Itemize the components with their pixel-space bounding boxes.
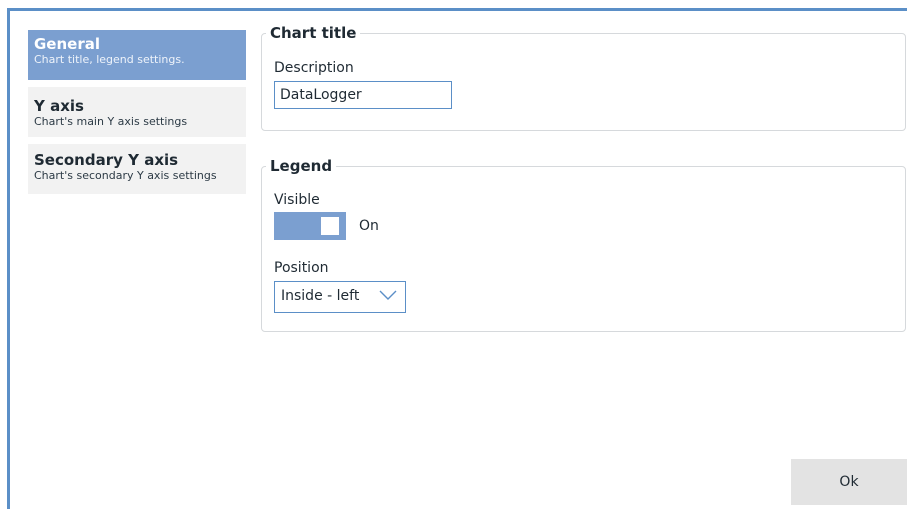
sidebar-item-y-axis[interactable]: Y axis Chart's main Y axis settings xyxy=(28,87,246,137)
sidebar-item-secondary-y-axis[interactable]: Secondary Y axis Chart's secondary Y axi… xyxy=(28,144,246,194)
position-select[interactable]: Inside - left xyxy=(274,281,406,313)
sidebar-item-subtitle: Chart title, legend settings. xyxy=(34,53,185,66)
toggle-knob xyxy=(321,217,339,235)
visible-toggle[interactable] xyxy=(274,212,346,240)
window-left-border xyxy=(7,8,10,509)
visible-state-text: On xyxy=(359,218,379,234)
sidebar-item-title: General xyxy=(34,35,100,53)
ok-button[interactable]: Ok xyxy=(791,459,907,505)
position-label: Position xyxy=(274,260,329,276)
chevron-down-icon xyxy=(379,290,397,300)
sidebar-item-subtitle: Chart's secondary Y axis settings xyxy=(34,169,217,182)
description-label: Description xyxy=(274,60,354,76)
description-input[interactable] xyxy=(274,81,452,109)
window-top-border xyxy=(7,8,907,11)
sidebar-item-subtitle: Chart's main Y axis settings xyxy=(34,115,188,128)
legend-group-heading: Legend xyxy=(270,157,333,175)
position-select-value: Inside - left xyxy=(281,288,360,304)
sidebar-item-title: Y axis xyxy=(34,97,84,115)
sidebar-item-general[interactable]: General Chart title, legend settings. xyxy=(28,30,246,80)
chart-title-group: Chart title xyxy=(261,24,906,131)
sidebar-item-title: Secondary Y axis xyxy=(34,151,179,169)
chart-title-group-heading: Chart title xyxy=(270,24,357,42)
visible-label: Visible xyxy=(274,192,320,208)
